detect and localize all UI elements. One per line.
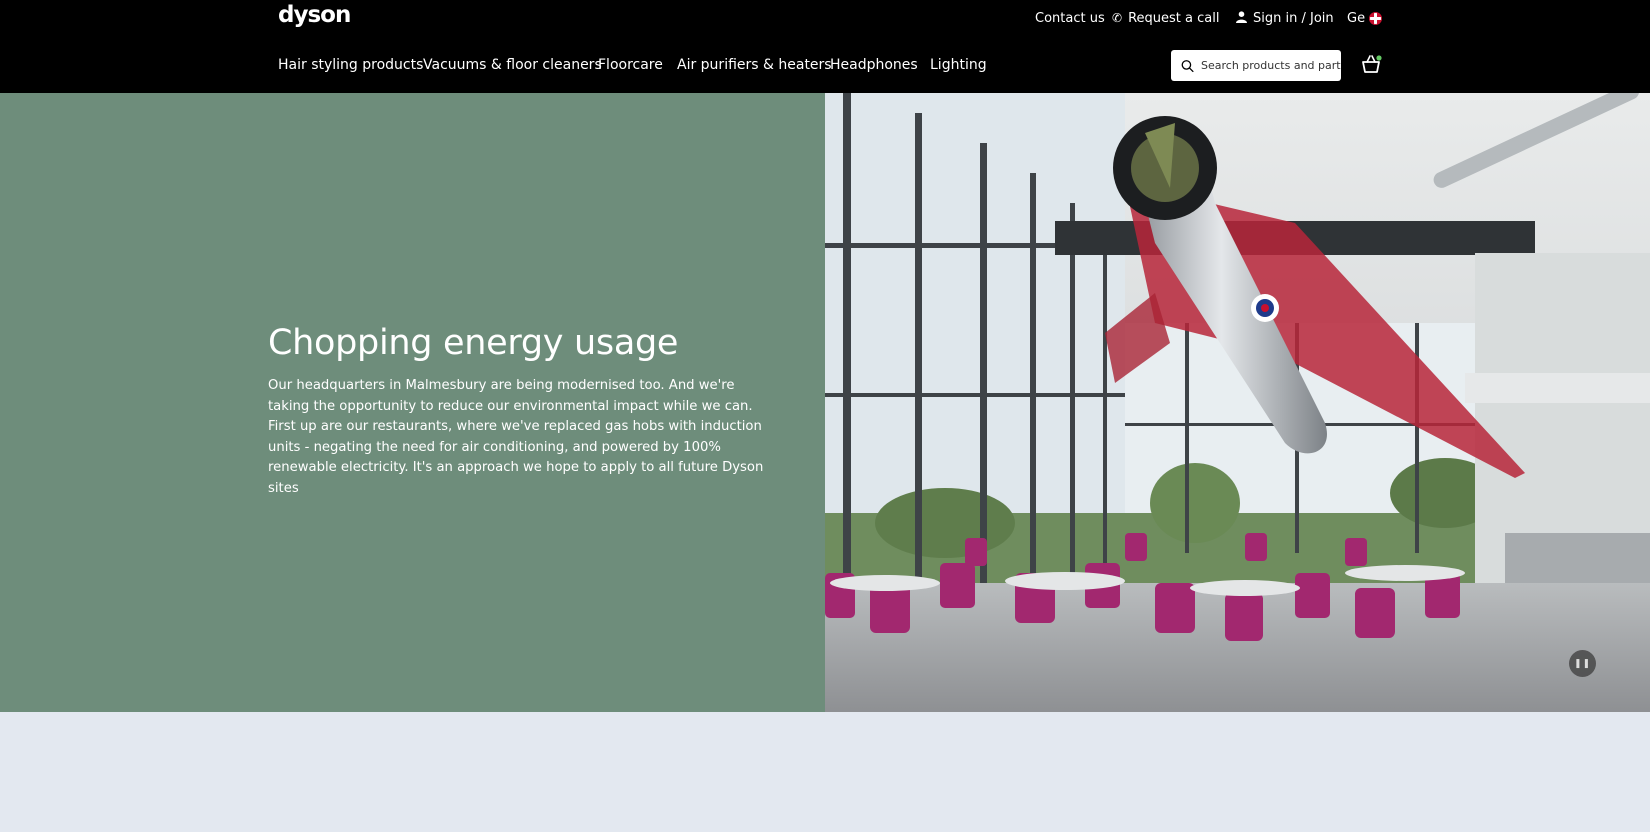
main-nav: Hair styling products Vacuums & floor cl… <box>0 37 1650 93</box>
nav-headphones[interactable]: Headphones <box>830 37 918 93</box>
sign-in-link[interactable]: Sign in / Join <box>1236 0 1334 36</box>
hero-title: Chopping energy usage <box>268 323 679 363</box>
nav-lighting[interactable]: Lighting <box>930 37 987 93</box>
search-input[interactable] <box>1201 53 1341 78</box>
hero-text-panel: Chopping energy usage Our headquarters i… <box>0 93 825 712</box>
lower-section <box>0 712 1650 832</box>
request-call-label: Request a call <box>1128 10 1220 26</box>
nav-vacuums[interactable]: Vacuums & floor cleaners <box>423 37 602 93</box>
search-icon <box>1181 59 1194 72</box>
pause-icon[interactable]: ❚❚ <box>1569 650 1596 677</box>
hero-image: ❚❚ <box>825 93 1650 712</box>
user-icon <box>1236 10 1247 26</box>
hero-body: Our headquarters in Malmesbury are being… <box>268 378 764 496</box>
search-box[interactable] <box>1171 50 1341 81</box>
sign-in-label: Sign in / Join <box>1253 10 1334 26</box>
dyson-logo[interactable]: dyson <box>278 2 351 28</box>
contact-us-link[interactable]: Contact us <box>1035 0 1105 36</box>
phone-icon: ✆ <box>1112 11 1123 25</box>
contact-us-label: Contact us <box>1035 10 1105 26</box>
locale-label: Ge <box>1347 10 1366 26</box>
basket-icon[interactable] <box>1360 53 1382 75</box>
nav-floorcare[interactable]: Floorcare <box>598 37 663 93</box>
uk-flag-icon <box>1369 11 1383 25</box>
nav-hair-styling[interactable]: Hair styling products <box>278 37 423 93</box>
canteen-jet-illustration <box>825 93 1650 712</box>
nav-air-purifiers[interactable]: Air purifiers & heaters <box>677 37 832 93</box>
locale-selector[interactable]: Ge <box>1347 0 1383 36</box>
request-call-link[interactable]: ✆ Request a call <box>1112 0 1219 36</box>
utility-bar: dyson Contact us ✆ Request a call Sign i… <box>0 0 1650 38</box>
